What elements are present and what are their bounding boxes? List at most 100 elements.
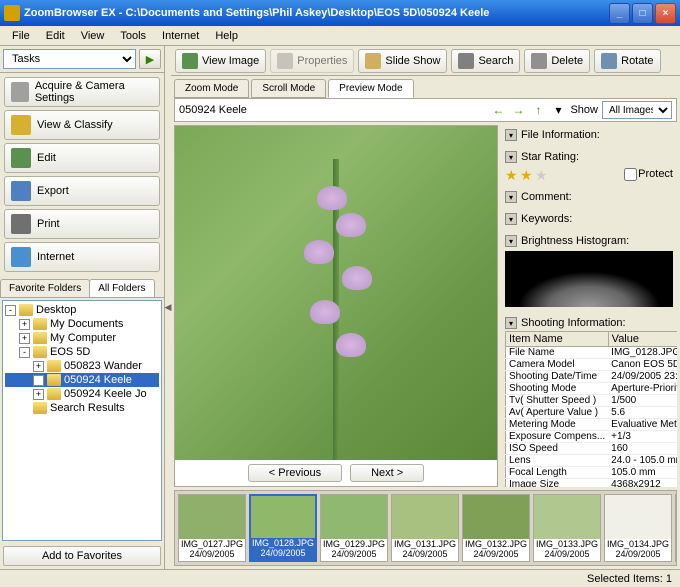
thumbnail[interactable]: IMG_0131.JPG24/09/2005 — [391, 494, 459, 562]
tool-icon — [182, 53, 198, 69]
slide-show-button[interactable]: Slide Show — [358, 49, 447, 73]
thumbnail[interactable]: IMG_0128.JPG24/09/2005 — [249, 494, 317, 562]
maximize-button[interactable]: □ — [632, 3, 653, 24]
table-row: Focal Length105.0 mm — [506, 467, 678, 479]
task-icon — [11, 115, 31, 135]
tab-favorite-folders[interactable]: Favorite Folders — [0, 279, 90, 297]
tree-toggle-icon[interactable]: + — [33, 375, 44, 386]
thumbnail-strip[interactable]: IMG_0127.JPG24/09/2005IMG_0128.JPG24/09/… — [174, 490, 677, 566]
collapse-icon[interactable]: ▾ — [505, 213, 517, 225]
menu-help[interactable]: Help — [207, 28, 246, 44]
table-row: Exposure Compens...+1/3 — [506, 431, 678, 443]
collapse-icon[interactable]: ▾ — [505, 235, 517, 247]
show-select[interactable]: All Images — [602, 101, 672, 119]
thumbnail[interactable]: IMG_0132.JPG24/09/2005 — [462, 494, 530, 562]
thumbnail[interactable]: IMG_0129.JPG24/09/2005 — [320, 494, 388, 562]
next-button[interactable]: Next > — [350, 464, 424, 482]
tab-all-folders[interactable]: All Folders — [89, 279, 154, 297]
task-export[interactable]: Export — [4, 176, 160, 206]
menu-edit[interactable]: Edit — [38, 28, 73, 44]
up-arrow-icon[interactable]: ↑ — [530, 102, 546, 118]
menu-tools[interactable]: Tools — [112, 28, 154, 44]
tree-item[interactable]: +050924 Keele — [5, 373, 159, 387]
tab-scroll-mode[interactable]: Scroll Mode — [251, 79, 326, 98]
tree-item[interactable]: +050823 Wander — [5, 359, 159, 373]
comment-label: Comment: — [521, 191, 572, 203]
back-arrow-icon[interactable]: ← — [490, 102, 506, 118]
star-rating[interactable]: ★ ★ ★ Protect — [505, 165, 673, 183]
statusbar: Selected Items: 1 — [0, 569, 680, 587]
task-print[interactable]: Print — [4, 209, 160, 239]
tree-item[interactable]: -EOS 5D — [5, 345, 159, 359]
breadcrumb: 050924 Keele — [179, 104, 486, 116]
tasks-select[interactable]: Tasks — [3, 49, 136, 69]
minimize-button[interactable]: _ — [609, 3, 630, 24]
rotate-button[interactable]: Rotate — [594, 49, 660, 73]
left-panel: Tasks ▶ Acquire & Camera SettingsView & … — [0, 46, 165, 569]
task-internet[interactable]: Internet — [4, 242, 160, 272]
table-row: Tv( Shutter Speed )1/500 — [506, 395, 678, 407]
folder-icon — [47, 360, 61, 372]
thumbnail[interactable]: IMG_0127.JPG24/09/2005 — [178, 494, 246, 562]
search-button[interactable]: Search — [451, 49, 520, 73]
thumb-label: IMG_0133.JPG24/09/2005 — [534, 539, 600, 561]
table-row: Camera ModelCanon EOS 5D — [506, 359, 678, 371]
table-header[interactable]: Item Name — [506, 332, 609, 347]
tasks-go-button[interactable]: ▶ — [139, 49, 161, 69]
thumbnail[interactable]: IMG_0134.JPG24/09/2005 — [604, 494, 672, 562]
brightness-histogram — [505, 251, 673, 307]
collapse-icon[interactable]: ▾ — [505, 317, 517, 329]
task-edit[interactable]: Edit — [4, 143, 160, 173]
protect-label: Protect — [638, 168, 673, 180]
status-text: Selected Items: 1 — [587, 573, 672, 585]
folder-tree[interactable]: -Desktop+My Documents+My Computer-EOS 5D… — [2, 300, 162, 541]
task-view-classify[interactable]: View & Classify — [4, 110, 160, 140]
delete-button[interactable]: Delete — [524, 49, 590, 73]
tree-item[interactable]: +My Documents — [5, 317, 159, 331]
close-button[interactable]: × — [655, 3, 676, 24]
tree-item[interactable]: Search Results — [5, 401, 159, 415]
properties-button: Properties — [270, 49, 354, 73]
tab-zoom-mode[interactable]: Zoom Mode — [174, 79, 249, 98]
task-acquire-camera-settings[interactable]: Acquire & Camera Settings — [4, 77, 160, 107]
table-row: File NameIMG_0128.JPG — [506, 347, 678, 359]
file-info-label: File Information: — [521, 129, 600, 141]
tree-item[interactable]: -Desktop — [5, 303, 159, 317]
histogram-label: Brightness Histogram: — [521, 235, 629, 247]
tree-item[interactable]: +050924 Keele Jo — [5, 387, 159, 401]
tree-toggle-icon[interactable]: + — [33, 389, 44, 400]
app-icon — [4, 5, 20, 21]
protect-checkbox[interactable] — [624, 168, 637, 181]
menu-internet[interactable]: Internet — [154, 28, 207, 44]
forward-arrow-icon[interactable]: → — [510, 102, 526, 118]
add-to-favorites-button[interactable]: Add to Favorites — [3, 546, 161, 566]
thumbnail[interactable]: IMG_0135.JPG24/09/2005 — [675, 494, 677, 562]
menu-file[interactable]: File — [4, 28, 38, 44]
star-icon[interactable]: ★ — [535, 167, 549, 181]
collapse-icon[interactable]: ▾ — [505, 191, 517, 203]
titlebar: ZoomBrowser EX - C:\Documents and Settin… — [0, 0, 680, 26]
toolbar: View ImagePropertiesSlide ShowSearchDele… — [171, 46, 680, 76]
collapse-icon[interactable]: ▾ — [505, 129, 517, 141]
info-panel: ▾File Information: ▾Star Rating: ★ ★ ★ P… — [501, 125, 677, 487]
previous-button[interactable]: < Previous — [248, 464, 342, 482]
folder-icon — [19, 304, 33, 316]
view-image-button[interactable]: View Image — [175, 49, 266, 73]
tab-preview-mode[interactable]: Preview Mode — [328, 79, 413, 98]
preview-image[interactable] — [175, 126, 497, 460]
tree-toggle-icon[interactable]: - — [5, 305, 16, 316]
tree-toggle-icon[interactable]: + — [19, 333, 30, 344]
tree-toggle-icon[interactable]: + — [33, 361, 44, 372]
tree-toggle-icon[interactable]: - — [19, 347, 30, 358]
star-icon[interactable]: ★ — [520, 167, 534, 181]
collapse-icon[interactable]: ▾ — [505, 151, 517, 163]
task-icon — [11, 181, 31, 201]
menu-view[interactable]: View — [73, 28, 113, 44]
table-header[interactable]: Value — [608, 332, 677, 347]
tree-item[interactable]: +My Computer — [5, 331, 159, 345]
thumbnail[interactable]: IMG_0133.JPG24/09/2005 — [533, 494, 601, 562]
tool-icon — [458, 53, 474, 69]
star-icon[interactable]: ★ — [505, 167, 519, 181]
tree-toggle-icon[interactable]: + — [19, 319, 30, 330]
filter-icon[interactable]: ▾ — [550, 102, 566, 118]
